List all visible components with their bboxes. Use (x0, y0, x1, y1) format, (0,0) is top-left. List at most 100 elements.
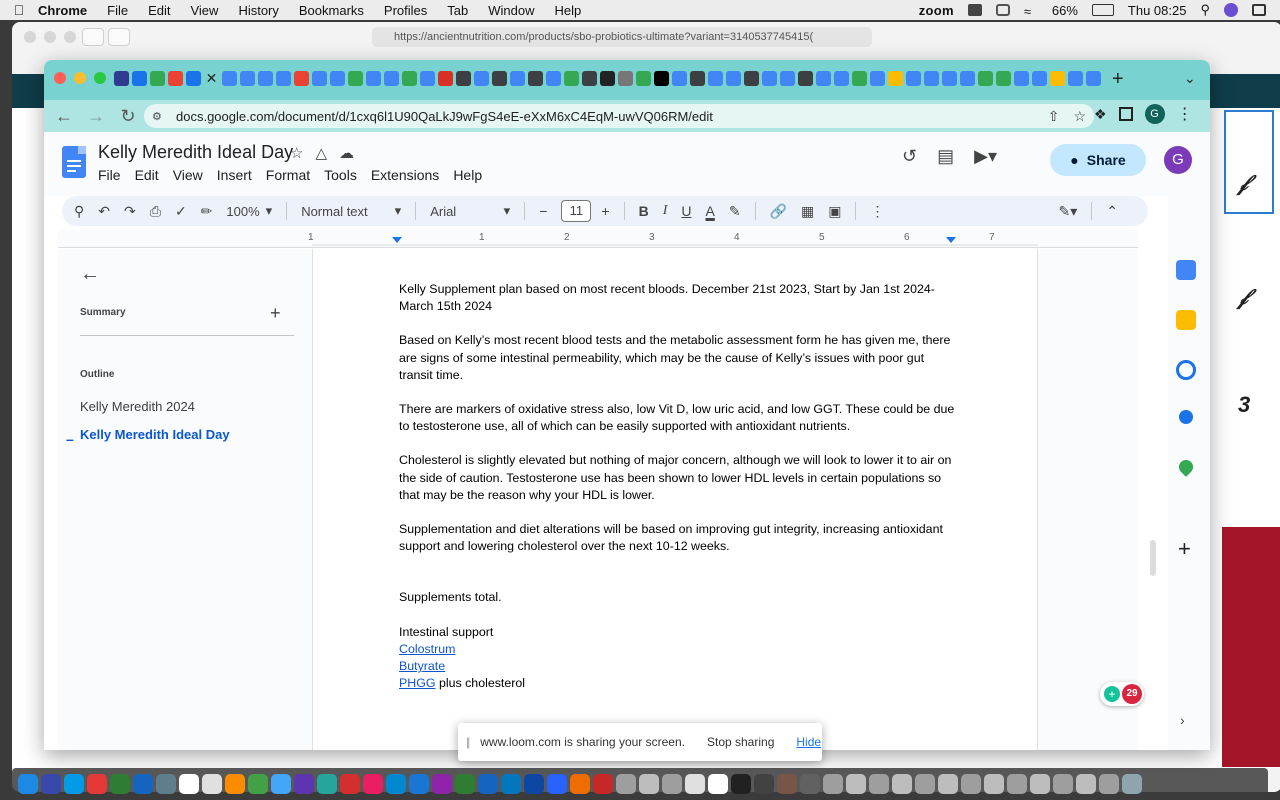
dock-app-icon[interactable] (731, 774, 751, 794)
version-history-icon[interactable]: ↺ (902, 146, 917, 167)
dock-app-icon[interactable] (64, 774, 84, 794)
paragraph[interactable]: Cholesterol is slightly elevated but not… (399, 452, 959, 504)
dock-app-icon[interactable] (1122, 774, 1142, 794)
dock-app-icon[interactable] (363, 774, 383, 794)
style-dropdown[interactable]: Normal text ▾ (301, 203, 401, 219)
dock-app-icon[interactable] (156, 774, 176, 794)
document-title[interactable]: Kelly Meredith Ideal Day (98, 142, 293, 163)
docs-menu-edit[interactable]: Edit (135, 167, 159, 183)
control-center-icon[interactable] (1252, 4, 1266, 16)
move-folder-icon[interactable]: △ (315, 144, 327, 162)
browser-profile-avatar[interactable]: G (1144, 104, 1165, 124)
document-page[interactable]: Kelly Supplement plan based on most rece… (312, 249, 1038, 750)
zoom-window-button[interactable] (94, 72, 106, 84)
tab-favicon-icon[interactable] (978, 71, 993, 86)
star-icon[interactable]: ☆ (290, 144, 303, 162)
dock-app-icon[interactable] (87, 774, 107, 794)
butyrate-link[interactable]: Butyrate (399, 659, 445, 673)
dock-app-icon[interactable] (892, 774, 912, 794)
tab-favicon-icon[interactable] (708, 71, 723, 86)
phgg-link[interactable]: PHGG (399, 676, 436, 690)
tab-favicon-icon[interactable] (240, 71, 255, 86)
share-button[interactable]: ● Share (1050, 144, 1146, 176)
account-avatar[interactable]: G (1164, 146, 1192, 174)
tab-favicon-icon[interactable] (222, 71, 237, 86)
docs-menu-tools[interactable]: Tools (324, 167, 357, 183)
grammarly-badge[interactable]: + 29 (1100, 682, 1144, 706)
dock-app-icon[interactable] (271, 774, 291, 794)
highlight-color-icon[interactable]: ✎ (729, 203, 741, 220)
site-info-icon[interactable]: ⚙ (152, 110, 170, 123)
tab-favicon-icon[interactable] (402, 71, 417, 86)
tab-favicon-icon[interactable] (636, 71, 651, 86)
side-panel-icon[interactable] (1118, 107, 1133, 121)
dock-app-icon[interactable] (938, 774, 958, 794)
menu-app-name[interactable]: Chrome (38, 3, 87, 18)
extensions-puzzle-icon[interactable]: ❖ (1094, 106, 1107, 123)
docs-menu-file[interactable]: File (98, 167, 121, 183)
tab-favicon-icon[interactable] (132, 71, 147, 86)
tab-favicon-icon[interactable] (762, 71, 777, 86)
tab-favicon-icon[interactable] (510, 71, 525, 86)
add-comment-icon[interactable]: ▦ (801, 203, 814, 220)
tab-favicon-icon[interactable] (348, 71, 363, 86)
get-add-ons-plus-icon[interactable]: + (1178, 536, 1191, 562)
spellcheck-icon[interactable]: ✓ (175, 203, 187, 220)
dock-app-icon[interactable] (708, 774, 728, 794)
dock-app-icon[interactable] (133, 774, 153, 794)
add-summary-button[interactable]: + (270, 303, 281, 324)
camera-icon[interactable] (967, 4, 982, 16)
underline-icon[interactable]: U (681, 203, 691, 219)
supplements-heading[interactable]: Supplements total. (399, 589, 959, 606)
zoom-dropdown[interactable]: 100% ▾ (226, 203, 272, 219)
text-color-icon[interactable]: A (705, 203, 714, 219)
left-indent-marker[interactable] (392, 237, 402, 243)
docs-menu-help[interactable]: Help (453, 167, 482, 183)
apple-icon[interactable]:  (0, 2, 38, 18)
paragraph[interactable]: Based on Kelly’s most recent blood tests… (399, 332, 959, 384)
tab-favicon-icon[interactable] (384, 71, 399, 86)
document-body[interactable]: Kelly Supplement plan based on most rece… (399, 281, 959, 692)
dock-app-icon[interactable] (570, 774, 590, 794)
tab-favicon-icon[interactable] (366, 71, 381, 86)
font-size-input[interactable]: 11 (561, 200, 592, 222)
dock-app-icon[interactable] (823, 774, 843, 794)
tab-favicon-icon[interactable] (798, 71, 813, 86)
insert-link-icon[interactable]: 🔗 (770, 203, 787, 220)
tab-favicon-icon[interactable] (582, 71, 597, 86)
menu-view[interactable]: View (190, 3, 218, 18)
dock-app-icon[interactable] (1007, 774, 1027, 794)
bg-back-button[interactable] (82, 28, 104, 46)
comments-icon[interactable]: ▤ (937, 146, 954, 167)
tab-favicon-icon[interactable] (816, 71, 831, 86)
menu-history[interactable]: History (238, 3, 278, 18)
insert-image-icon[interactable]: ▣ (828, 203, 841, 220)
tab-favicon-icon[interactable] (528, 71, 543, 86)
tab-favicon-icon[interactable] (330, 71, 345, 86)
menu-window[interactable]: Window (488, 3, 534, 18)
close-tab-icon[interactable]: ✕ (204, 71, 219, 86)
menu-help[interactable]: Help (555, 3, 582, 18)
tab-favicon-icon[interactable] (726, 71, 741, 86)
battery-icon[interactable] (1091, 4, 1114, 16)
battery-percent[interactable]: 66% (1052, 3, 1078, 18)
dock-app-icon[interactable] (869, 774, 889, 794)
tab-favicon-icon[interactable] (924, 71, 939, 86)
bold-icon[interactable]: B (639, 203, 649, 219)
tab-favicon-icon[interactable] (168, 71, 183, 86)
tab-favicon-icon[interactable] (744, 71, 759, 86)
right-indent-marker[interactable] (946, 237, 956, 243)
tasks-icon[interactable] (1176, 360, 1196, 380)
dock-app-icon[interactable] (432, 774, 452, 794)
contacts-icon[interactable] (1179, 410, 1193, 424)
outline-item[interactable]: Kelly Meredith 2024 (80, 399, 195, 414)
dock-app-icon[interactable] (110, 774, 130, 794)
dock-app-icon[interactable] (547, 774, 567, 794)
dock-app-icon[interactable] (961, 774, 981, 794)
meet-video-icon[interactable]: ▶▾ (974, 146, 997, 167)
vertical-scrollbar-thumb[interactable] (1150, 540, 1156, 576)
dock-app-icon[interactable] (386, 774, 406, 794)
dock-app-icon[interactable] (179, 774, 199, 794)
font-dropdown[interactable]: Arial ▾ (430, 203, 510, 219)
close-outline-arrow-icon[interactable]: ← (80, 263, 100, 286)
